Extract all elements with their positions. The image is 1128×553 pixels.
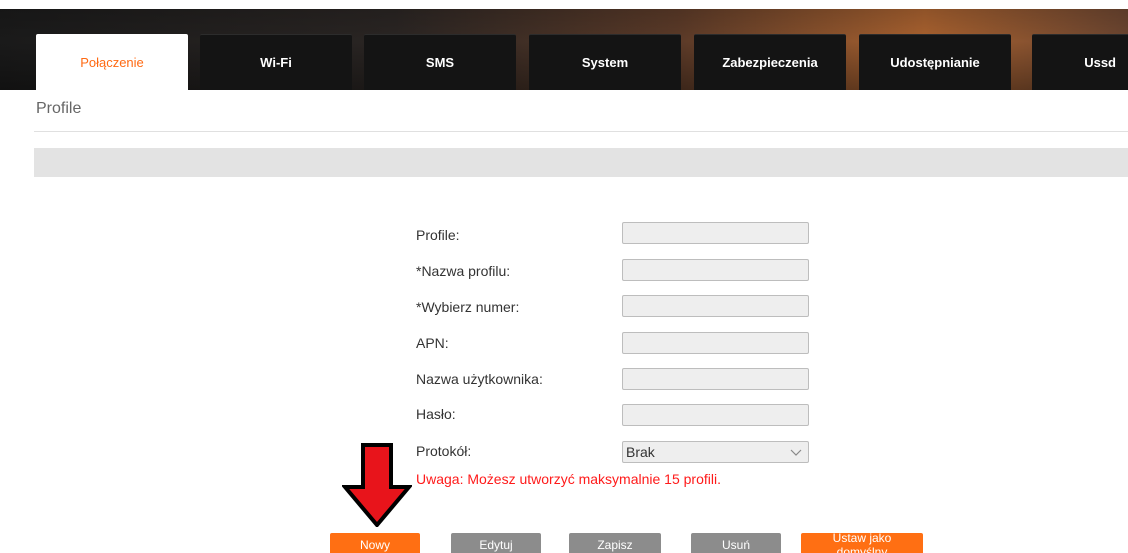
tab-udostepnianie[interactable]: Udostępnianie [859, 34, 1011, 90]
tab-ussd[interactable]: Ussd [1032, 34, 1128, 90]
new-profile-button[interactable]: Nowy [330, 533, 420, 553]
router-admin-page: Połączenie Wi-Fi SMS System Zabezpieczen… [0, 0, 1128, 553]
password-label: Hasło: [416, 406, 456, 422]
profile-field[interactable] [622, 222, 809, 244]
tab-sms[interactable]: SMS [364, 34, 516, 90]
dial-number-label: *Wybierz numer: [416, 299, 520, 315]
profile-name-field[interactable] [622, 259, 809, 281]
protocol-label: Protokół: [416, 443, 472, 459]
password-field[interactable] [622, 404, 809, 426]
username-field[interactable] [622, 368, 809, 390]
page-title: Profile [36, 100, 82, 117]
tab-wifi[interactable]: Wi-Fi [200, 34, 352, 90]
save-button[interactable]: Zapisz [569, 533, 661, 553]
profile-name-label: *Nazwa profilu: [416, 263, 511, 279]
down-arrow-icon [342, 443, 412, 527]
chevron-down-icon [790, 449, 802, 456]
edit-button[interactable]: Edytuj [451, 533, 541, 553]
dial-number-field[interactable] [622, 295, 809, 317]
apn-label: APN: [416, 335, 449, 351]
delete-button[interactable]: Usuń [691, 533, 781, 553]
profile-limit-warning: Uwaga: Możesz utworzyć maksymalnie 15 pr… [416, 471, 721, 487]
protocol-selected-value: Brak [626, 444, 655, 460]
apn-field[interactable] [622, 332, 809, 354]
username-label: Nazwa użytkownika: [416, 371, 543, 387]
profile-label: Profile: [416, 227, 460, 243]
tab-system[interactable]: System [529, 34, 681, 90]
section-header-bar [34, 148, 1128, 177]
protocol-select[interactable]: Brak [622, 441, 809, 463]
set-default-button[interactable]: Ustaw jako domyślny [801, 531, 923, 553]
section-divider [34, 131, 1128, 132]
tab-zabezpieczenia[interactable]: Zabezpieczenia [694, 34, 846, 90]
tab-polaczenie[interactable]: Połączenie [36, 34, 188, 90]
